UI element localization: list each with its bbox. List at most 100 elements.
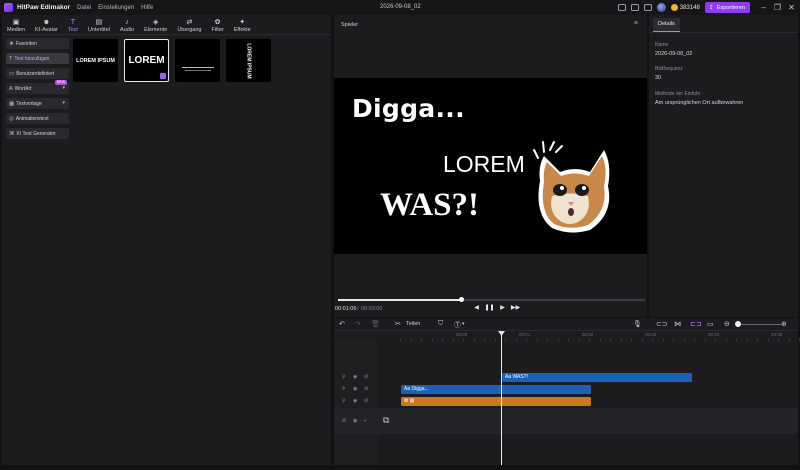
restore-icon[interactable]: ❐ bbox=[772, 3, 783, 12]
preview-canvas[interactable]: Digga... LOREM WAS?! bbox=[334, 78, 647, 254]
message-icon[interactable] bbox=[617, 4, 626, 11]
microphone-icon[interactable]: 🎙 bbox=[633, 320, 642, 328]
main-track[interactable] bbox=[334, 408, 798, 434]
tab-ai-avatar[interactable]: ☻ KI-Avatar bbox=[30, 15, 63, 34]
tab-subtitles[interactable]: ▤ Untertitel bbox=[83, 15, 115, 34]
timeline-ruler[interactable]: 00:00 00:01 00:02 00:03 00:04 00:05 bbox=[400, 331, 800, 341]
favorite-badge-icon bbox=[160, 73, 166, 79]
sidebar-item-custom[interactable]: ▭ Benutzerdefiniert bbox=[6, 68, 69, 79]
visibility-icon[interactable]: ◉ bbox=[353, 398, 357, 404]
text-tool-icon[interactable]: Ⓣ bbox=[454, 320, 461, 330]
cat-sticker[interactable] bbox=[530, 136, 620, 236]
split-view-icon[interactable]: ⋈ bbox=[674, 320, 681, 328]
split-label[interactable]: Teilen bbox=[406, 321, 420, 327]
playback-progress bbox=[338, 299, 461, 301]
delete-icon[interactable]: 🗑 bbox=[371, 320, 380, 328]
lock-icon[interactable]: ⊘ bbox=[342, 418, 346, 424]
tab-audio[interactable]: ♪ Audio bbox=[115, 15, 139, 34]
canvas-text-was[interactable]: WAS?! bbox=[380, 187, 479, 224]
sidebar-item-add-text[interactable]: T Text hinzufügen bbox=[6, 53, 69, 64]
text-clip-digga[interactable]: Aa Digga... bbox=[401, 385, 591, 394]
ruler-label: 00:01 bbox=[519, 332, 531, 337]
lock-icon[interactable]: ⊘ bbox=[364, 398, 368, 404]
chevron-down-icon[interactable]: ▾ bbox=[462, 321, 465, 327]
undo-icon[interactable]: ↶ bbox=[339, 320, 345, 328]
link-icon[interactable]: ⚲ bbox=[342, 398, 346, 404]
visibility-icon[interactable]: ◉ bbox=[353, 386, 357, 392]
tabs-divider bbox=[2, 34, 331, 35]
zoom-out-icon[interactable]: ⊖ bbox=[724, 320, 730, 328]
lock-icon[interactable]: ⊘ bbox=[364, 386, 368, 392]
snap-icon[interactable]: ⊂⊃ bbox=[656, 320, 668, 328]
menu-settings[interactable]: Einstellungen bbox=[98, 5, 134, 11]
ruler-tick bbox=[788, 338, 790, 341]
tab-media[interactable]: ▣ Medien bbox=[2, 15, 30, 34]
menu-file[interactable]: Datei bbox=[77, 5, 91, 11]
visibility-icon[interactable]: ◉ bbox=[353, 418, 357, 424]
playhead[interactable] bbox=[501, 331, 502, 465]
minimize-icon[interactable]: – bbox=[758, 3, 769, 12]
shield-icon[interactable]: ⛉ bbox=[438, 320, 443, 328]
lock-icon[interactable]: ⊘ bbox=[364, 374, 368, 380]
next-frame-icon[interactable]: ▶ bbox=[496, 304, 509, 311]
media-icon: ▣ bbox=[12, 19, 20, 26]
scissors-icon[interactable]: ✂ bbox=[395, 320, 401, 328]
wordart-icon: A bbox=[9, 85, 13, 92]
tab-elements[interactable]: ◈ Elemente bbox=[139, 15, 172, 34]
sidebar-item-wordart[interactable]: A WortArt NEW ▾ bbox=[6, 80, 69, 94]
pause-icon[interactable]: ❚❚ bbox=[483, 304, 496, 311]
sidebar-item-favorites[interactable]: ★ Favoriten bbox=[6, 38, 69, 49]
audio-mute-icon[interactable]: ◐ bbox=[364, 418, 367, 424]
caption-icon[interactable]: ▭ bbox=[707, 320, 714, 328]
zoom-in-icon[interactable]: ⊕ bbox=[781, 320, 787, 328]
screen-record-icon[interactable] bbox=[630, 4, 639, 11]
link-icon[interactable]: ⚲ bbox=[342, 386, 346, 392]
ruler-tick bbox=[410, 338, 412, 341]
new-badge: NEW bbox=[54, 80, 67, 85]
audio-icon: ♪ bbox=[125, 19, 129, 26]
redo-icon[interactable]: ↷ bbox=[355, 320, 361, 328]
total-time: 00:03:00 bbox=[361, 306, 383, 312]
close-icon[interactable]: ✕ bbox=[786, 3, 797, 12]
canvas-text-digga[interactable]: Digga... bbox=[352, 94, 465, 123]
fps-label: Bildfrequenz bbox=[655, 66, 683, 72]
fast-forward-icon[interactable]: ▶▶ bbox=[509, 304, 522, 311]
details-divider bbox=[649, 32, 798, 33]
sidebar-item-animated-text[interactable]: ◎ Animationstext bbox=[6, 113, 69, 124]
playback-scrubber[interactable] bbox=[338, 297, 645, 302]
sidebar-item-text-template[interactable]: ▦ Textvorlage ▾ bbox=[6, 98, 69, 109]
visibility-icon[interactable]: ◉ bbox=[353, 374, 357, 380]
tab-details[interactable]: Details bbox=[653, 18, 680, 32]
tab-filter[interactable]: ✿ Filter bbox=[206, 15, 228, 34]
text-clip-was[interactable]: Aa WAS?! bbox=[502, 373, 692, 382]
magnet-icon[interactable]: ⊏⊐ bbox=[690, 320, 702, 328]
app-logo bbox=[4, 3, 13, 12]
menu-help[interactable]: Hilfe bbox=[141, 5, 153, 11]
project-title: 2026-09-08_02 bbox=[380, 4, 421, 10]
tab-effects[interactable]: ✦ Effekte bbox=[229, 15, 256, 34]
canvas-text-lorem[interactable]: LOREM bbox=[443, 151, 525, 178]
text-template-lorem-ipsum[interactable]: LOREM IPSUM bbox=[73, 39, 118, 82]
user-avatar[interactable] bbox=[656, 3, 666, 12]
cart-icon[interactable] bbox=[643, 4, 652, 11]
zoom-slider[interactable] bbox=[741, 324, 781, 325]
sticker-clip-icon: ✿ ▨ bbox=[404, 398, 415, 404]
menu-icon[interactable]: ≡ bbox=[634, 20, 638, 27]
sidebar-item-ai-text-generator[interactable]: ⌘ KI Text Generator bbox=[6, 128, 69, 139]
tab-transition[interactable]: ⇄ Übergang bbox=[172, 15, 206, 34]
text-template-vertical[interactable]: LOREM IPSUM bbox=[226, 39, 271, 82]
tab-text[interactable]: T Text bbox=[63, 15, 83, 34]
ruler-tick bbox=[746, 338, 748, 341]
scrubber-handle[interactable] bbox=[458, 297, 464, 302]
export-button[interactable]: ⇪ Exportieren bbox=[704, 2, 750, 13]
sticker-clip-cat[interactable]: ✿ ▨ bbox=[401, 397, 591, 406]
cover-image-icon[interactable]: ⧉ bbox=[383, 415, 389, 426]
previous-frame-icon[interactable]: ◀ bbox=[470, 304, 483, 311]
timeline-toolbar: ↶ ↷ 🗑 ✂ Teilen ⛉ Ⓣ ▾ 🎙 ⊂⊃ ⋈ ⊏⊐ ▭ ⊖ ⊕ bbox=[334, 318, 798, 331]
credits-count: 383148 bbox=[679, 4, 700, 11]
text-template-small[interactable] bbox=[175, 39, 220, 82]
ruler-tick bbox=[442, 338, 443, 341]
zoom-slider-handle[interactable] bbox=[735, 321, 741, 327]
text-template-lorem[interactable]: LOREM bbox=[124, 39, 169, 82]
link-icon[interactable]: ⚲ bbox=[342, 374, 346, 380]
